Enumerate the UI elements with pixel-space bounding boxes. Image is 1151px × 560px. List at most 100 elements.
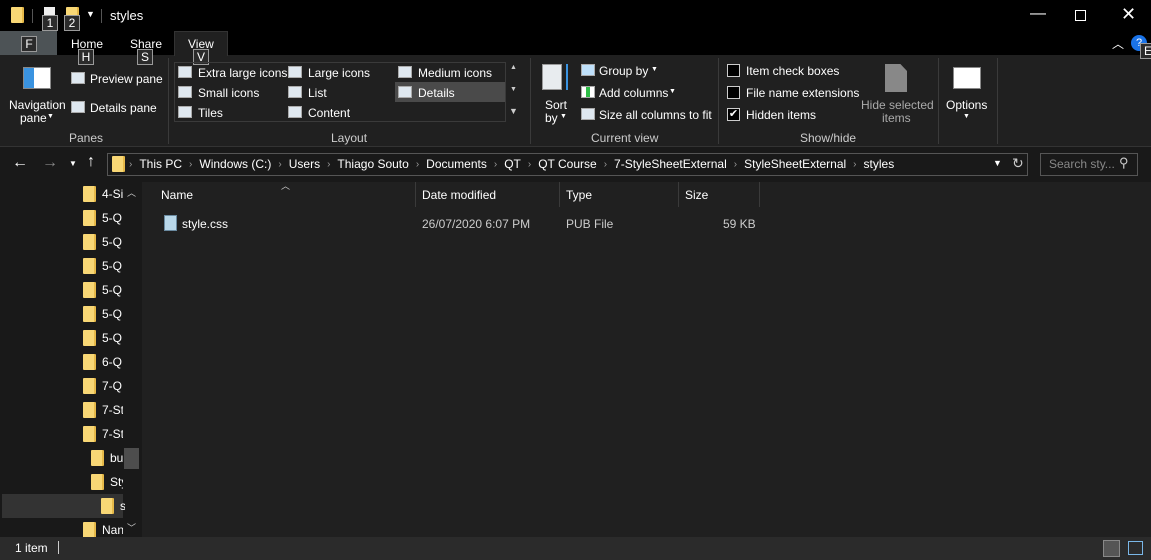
- nav-scrollbar-thumb[interactable]: [124, 448, 139, 469]
- text-file-icon: [164, 215, 177, 231]
- nav-tree-item[interactable]: 5-Q: [0, 278, 140, 302]
- column-date-modified[interactable]: Date modified: [422, 188, 496, 202]
- divider: [759, 182, 760, 207]
- nav-tree-label: 5-Q: [102, 283, 123, 297]
- folder-icon: [83, 354, 96, 370]
- share-tab-key: S: [137, 49, 153, 65]
- chevron-right-icon[interactable]: ›: [734, 159, 737, 170]
- chevron-right-icon[interactable]: ›: [189, 159, 192, 170]
- file-name-extensions-label: File name extensions: [746, 86, 860, 100]
- back-button[interactable]: ←: [12, 154, 28, 172]
- breadcrumb-item[interactable]: 7-StyleSheetExternal: [614, 157, 727, 171]
- nav-tree-item[interactable]: 5-Q: [0, 254, 140, 278]
- file-name-extensions-checkbox[interactable]: [727, 86, 740, 99]
- nav-tree-item[interactable]: s: [2, 494, 125, 518]
- nav-tree-label: 5-Q: [102, 331, 123, 345]
- column-name[interactable]: Name: [161, 188, 193, 202]
- nav-tree-item[interactable]: bu: [0, 446, 140, 470]
- chevron-right-icon[interactable]: ›: [129, 159, 132, 170]
- layout-tiles[interactable]: Tiles: [198, 106, 223, 120]
- address-dropdown-icon[interactable]: ▼: [993, 158, 1002, 168]
- nav-tree-item[interactable]: 6-Q: [0, 350, 140, 374]
- close-button[interactable]: ✕: [1121, 4, 1136, 25]
- forward-button[interactable]: →: [42, 154, 58, 172]
- chevron-right-icon[interactable]: ›: [278, 159, 281, 170]
- nav-tree-item[interactable]: 5-Q: [0, 302, 140, 326]
- layout-large-icons[interactable]: Large icons: [308, 66, 370, 80]
- sort-arrow-icon: [566, 64, 568, 90]
- nav-tree-item[interactable]: 7-St: [0, 398, 140, 422]
- column-size[interactable]: Size: [685, 188, 708, 202]
- address-folder-icon: [112, 156, 125, 172]
- navigation-pane-button[interactable]: Navigation: [9, 98, 66, 112]
- nav-tree-item[interactable]: 5-Q: [0, 230, 140, 254]
- chevron-right-icon[interactable]: ›: [494, 159, 497, 170]
- breadcrumb-item[interactable]: styles: [864, 157, 895, 171]
- layout-scroll-down[interactable]: ▼: [510, 86, 517, 93]
- nav-tree-item[interactable]: 4-Si: [0, 182, 140, 206]
- collapse-ribbon-icon[interactable]: ︿: [1112, 35, 1124, 52]
- nav-tree-item[interactable]: 5-Q: [0, 326, 140, 350]
- layout-list[interactable]: List: [308, 86, 327, 100]
- minimize-button[interactable]: —: [1030, 5, 1046, 23]
- size-all-columns-button[interactable]: Size all columns to fit: [599, 108, 712, 122]
- window-folder-icon: [11, 7, 24, 23]
- add-columns-button[interactable]: Add columns: [599, 86, 668, 100]
- large-icons-view-button[interactable]: [1128, 541, 1143, 555]
- layout-details[interactable]: Details: [418, 86, 455, 100]
- search-placeholder: Search sty...: [1049, 157, 1115, 171]
- chevron-right-icon[interactable]: ›: [416, 159, 419, 170]
- details-view-button[interactable]: [1103, 540, 1120, 557]
- nav-tree-item[interactable]: 7-Q: [0, 374, 140, 398]
- hidden-items-checkbox[interactable]: ✔: [727, 108, 740, 121]
- breadcrumb-item[interactable]: StyleSheetExternal: [744, 157, 846, 171]
- refresh-button[interactable]: ↻: [1012, 155, 1024, 172]
- breadcrumb-item[interactable]: Documents: [426, 157, 487, 171]
- breadcrumb-item[interactable]: Users: [289, 157, 320, 171]
- navigation-pane-button-line2: pane: [20, 111, 47, 125]
- options-icon: [953, 67, 981, 89]
- breadcrumb-item[interactable]: QT: [504, 157, 521, 171]
- layout-extra-large-icons[interactable]: Extra large icons: [198, 66, 287, 80]
- nav-tree-item[interactable]: Sty: [0, 470, 140, 494]
- divider: [58, 541, 59, 554]
- breadcrumb-item[interactable]: This PC: [139, 157, 182, 171]
- hide-selected-button[interactable]: Hide selected: [861, 98, 934, 112]
- folder-icon: [83, 234, 96, 250]
- qat-dropdown-icon[interactable]: ▼: [86, 9, 95, 19]
- nav-scroll-up[interactable]: ︿: [127, 186, 136, 199]
- preview-pane-button[interactable]: Preview pane: [90, 72, 163, 86]
- column-type[interactable]: Type: [566, 188, 592, 202]
- chevron-right-icon[interactable]: ›: [327, 159, 330, 170]
- details-pane-button[interactable]: Details pane: [90, 101, 157, 115]
- chevron-right-icon[interactable]: ›: [528, 159, 531, 170]
- layout-content[interactable]: Content: [308, 106, 350, 120]
- file-date: 26/07/2020 6:07 PM: [422, 217, 531, 231]
- layout-small-icons[interactable]: Small icons: [198, 86, 259, 100]
- chevron-right-icon[interactable]: ›: [604, 159, 607, 170]
- options-button[interactable]: Options: [946, 98, 987, 112]
- list-icon: [288, 86, 302, 98]
- folder-icon: [91, 450, 104, 466]
- item-check-boxes-checkbox[interactable]: [727, 64, 740, 77]
- maximize-button[interactable]: [1075, 10, 1086, 21]
- up-button[interactable]: ↑: [87, 153, 95, 171]
- breadcrumb-item[interactable]: Thiago Souto: [337, 157, 408, 171]
- nav-tree-item[interactable]: 5-Q: [0, 206, 140, 230]
- chevron-right-icon[interactable]: ›: [853, 159, 856, 170]
- qat-key-2: 2: [64, 15, 80, 31]
- divider: [718, 58, 719, 144]
- search-icon: ⚲: [1119, 155, 1129, 170]
- divider: [168, 58, 169, 144]
- layout-expand[interactable]: ▼: [509, 106, 518, 116]
- layout-scroll-up[interactable]: ▲: [510, 64, 517, 71]
- breadcrumb-item[interactable]: Windows (C:): [199, 157, 271, 171]
- nav-tree-item[interactable]: 7-St: [0, 422, 140, 446]
- nav-scroll-down[interactable]: ﹀: [127, 521, 136, 534]
- recent-locations-button[interactable]: ▼: [69, 159, 77, 168]
- breadcrumb-item[interactable]: QT Course: [538, 157, 596, 171]
- group-by-button[interactable]: Group by: [599, 64, 648, 78]
- layout-medium-icons[interactable]: Medium icons: [418, 66, 492, 80]
- folder-icon: [83, 210, 96, 226]
- sort-by-button[interactable]: Sort: [545, 98, 567, 112]
